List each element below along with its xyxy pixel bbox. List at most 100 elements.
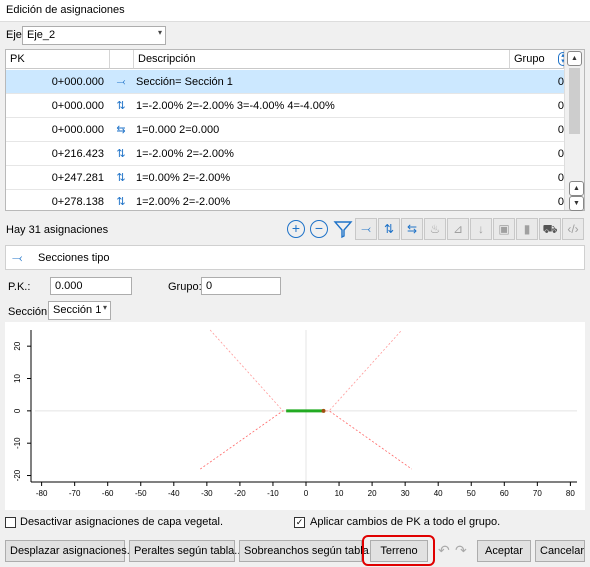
x-tick-label: 10	[335, 489, 344, 498]
section-icon: ⤙	[116, 76, 126, 88]
table-row[interactable]: 0+000.000 ⤙ Sección= Sección 1 0	[6, 70, 564, 94]
x-tick-label: 60	[500, 489, 509, 498]
slope-tool-icon: ⊿	[447, 218, 469, 240]
desplazar-button[interactable]: Desplazar asignaciones...	[5, 540, 136, 562]
assignment-count: Hay 31 asignaciones	[6, 224, 109, 236]
undo-icon: ↶	[438, 542, 450, 558]
cell-descripcion: 1=2.00% 2=-2.00%	[136, 196, 231, 208]
x-tick-label: -50	[135, 489, 147, 498]
cell-pk: 0+000.000	[51, 100, 104, 112]
filter-icon[interactable]	[333, 219, 353, 239]
x-tick-label: 20	[368, 489, 377, 498]
remove-icon[interactable]: −	[310, 220, 328, 238]
marker-tool-icon: ↓	[470, 218, 492, 240]
edge-marker	[321, 408, 326, 413]
superelevation-icon: ⇅	[116, 172, 126, 184]
cell-grupo: 0	[557, 100, 564, 112]
y-tick-label: 10	[13, 374, 22, 383]
section-icon: ⤙	[12, 250, 23, 265]
grupo-input[interactable]: 0	[201, 277, 281, 295]
col-header-icon[interactable]	[110, 50, 134, 69]
barrier-tool-icon: ▮	[516, 218, 538, 240]
cell-pk: 0+000.000	[51, 124, 104, 136]
scroll-up-icon[interactable]: ▲	[567, 51, 582, 66]
table-row[interactable]: 0+247.281 ⇅ 1=0.00% 2=-2.00% 0	[6, 166, 564, 190]
vegetation-tool-icon: ♨	[424, 218, 446, 240]
table-row[interactable]: 0+000.000 ⇆ 1=0.000 2=0.000 0	[6, 118, 564, 142]
layers-tool-icon: ▣	[493, 218, 515, 240]
dropdown-arrow-icon: ▾	[157, 28, 162, 37]
y-tick-label: -20	[13, 469, 22, 481]
seccion-select[interactable]: Sección 1 ▾	[48, 301, 111, 320]
assignments-table: PK Descripción Grupo ▴ ▾ 0+000.000 ⤙ Secció…	[5, 49, 585, 211]
redo-icon: ↷	[455, 542, 467, 558]
col-header-descripcion[interactable]: Descripción	[134, 50, 510, 69]
section-type-panel: ⤙ Secciones tipo	[5, 245, 585, 270]
veg-checkbox[interactable]	[5, 517, 16, 528]
cell-grupo: 0	[557, 148, 564, 160]
widening-tool-icon[interactable]: ⇆	[401, 218, 423, 240]
x-tick-label: -40	[168, 489, 180, 498]
cell-descripcion: 1=0.00% 2=-2.00%	[136, 172, 231, 184]
seccion-label: Sección:	[8, 306, 51, 318]
x-tick-label: 30	[401, 489, 410, 498]
pk-input[interactable]: 0.000	[50, 277, 132, 295]
col-header-grupo[interactable]: Grupo	[510, 50, 564, 69]
x-tick-label: -20	[234, 489, 246, 498]
move-up-button[interactable]: ▲	[569, 181, 584, 196]
cell-descripcion: 1=-2.00% 2=-2.00%	[136, 148, 234, 160]
x-tick-label: -70	[69, 489, 81, 498]
grupo-label: Grupo:	[168, 281, 202, 293]
widening-icon: ⇆	[116, 124, 126, 136]
superelevation-tool-icon[interactable]: ⇅	[378, 218, 400, 240]
terreno-highlight	[362, 535, 435, 566]
superelevation-icon: ⇅	[116, 196, 126, 208]
seccion-select-value: Sección 1	[53, 304, 102, 316]
cell-pk: 0+247.281	[51, 172, 104, 184]
move-down-button[interactable]: ▼	[569, 196, 584, 211]
table-row[interactable]: 0+216.423 ⇅ 1=-2.00% 2=-2.00% 0	[6, 142, 564, 166]
x-tick-label: -10	[267, 489, 279, 498]
veg-checkbox-label: Desactivar asignaciones de capa vegetal.	[20, 516, 224, 528]
pk-label: P.K.:	[8, 281, 31, 293]
y-tick-label: 20	[13, 341, 22, 350]
apply-checkbox-label: Aplicar cambios de PK a todo el grupo.	[310, 516, 501, 528]
x-tick-label: -80	[36, 489, 48, 498]
aceptar-button[interactable]: Aceptar	[477, 540, 531, 562]
scroll-thumb[interactable]	[569, 68, 580, 134]
x-tick-label: -30	[201, 489, 213, 498]
cell-grupo: 0	[557, 76, 564, 88]
cell-grupo: 0	[557, 172, 564, 184]
code-tool-icon: ‹/›	[562, 218, 584, 240]
apply-checkbox[interactable]: ✓	[294, 517, 305, 528]
section-plot: -80 -70 -60 -50 -40 -30 -20 -10 0 10 20 30 40 50 60 70 8…	[5, 322, 585, 510]
cell-pk: 0+000.000	[51, 76, 104, 88]
x-tick-label: -60	[102, 489, 114, 498]
vehicle-tool-icon[interactable]: ⛟	[539, 218, 561, 240]
cell-grupo: 0	[557, 124, 564, 136]
table-row[interactable]: 0+278.138 ⇅ 1=2.00% 2=-2.00% 0	[6, 190, 564, 210]
superelevation-icon: ⇅	[116, 148, 126, 160]
eje-select-value: Eje_2	[27, 29, 56, 41]
cell-grupo: 0	[557, 196, 564, 208]
window-title: Edición de asignaciones	[0, 0, 590, 22]
cell-pk: 0+216.423	[51, 148, 104, 160]
cancelar-button[interactable]: Cancelar	[535, 540, 585, 562]
peraltes-button[interactable]: Peraltes según tabla...	[129, 540, 243, 562]
cell-descripcion: 1=-2.00% 2=-2.00% 3=-4.00% 4=-4.00%	[136, 100, 335, 112]
col-header-pk[interactable]: PK	[6, 50, 110, 69]
y-tick-label: 0	[13, 408, 22, 413]
superelevation-icon: ⇅	[116, 100, 126, 112]
cell-descripcion: 1=0.000 2=0.000	[136, 124, 220, 136]
cell-pk: 0+278.138	[51, 196, 104, 208]
x-tick-label: 70	[533, 489, 542, 498]
eje-select[interactable]: Eje_2 ▾	[22, 26, 166, 45]
dropdown-arrow-icon: ▾	[102, 303, 107, 312]
x-tick-label: 80	[566, 489, 575, 498]
add-icon[interactable]: +	[287, 220, 305, 238]
x-tick-label: 40	[434, 489, 443, 498]
table-row[interactable]: 0+000.000 ⇅ 1=-2.00% 2=-2.00% 3=-4.00% 4=-…	[6, 94, 564, 118]
section-tool-icon[interactable]: ⤙	[355, 218, 377, 240]
section-chart: -80 -70 -60 -50 -40 -30 -20 -10 0 10 20 30 40 50 60 70 8…	[13, 329, 577, 498]
sobreanchos-button[interactable]: Sobreanchos según tabla...	[239, 540, 378, 562]
